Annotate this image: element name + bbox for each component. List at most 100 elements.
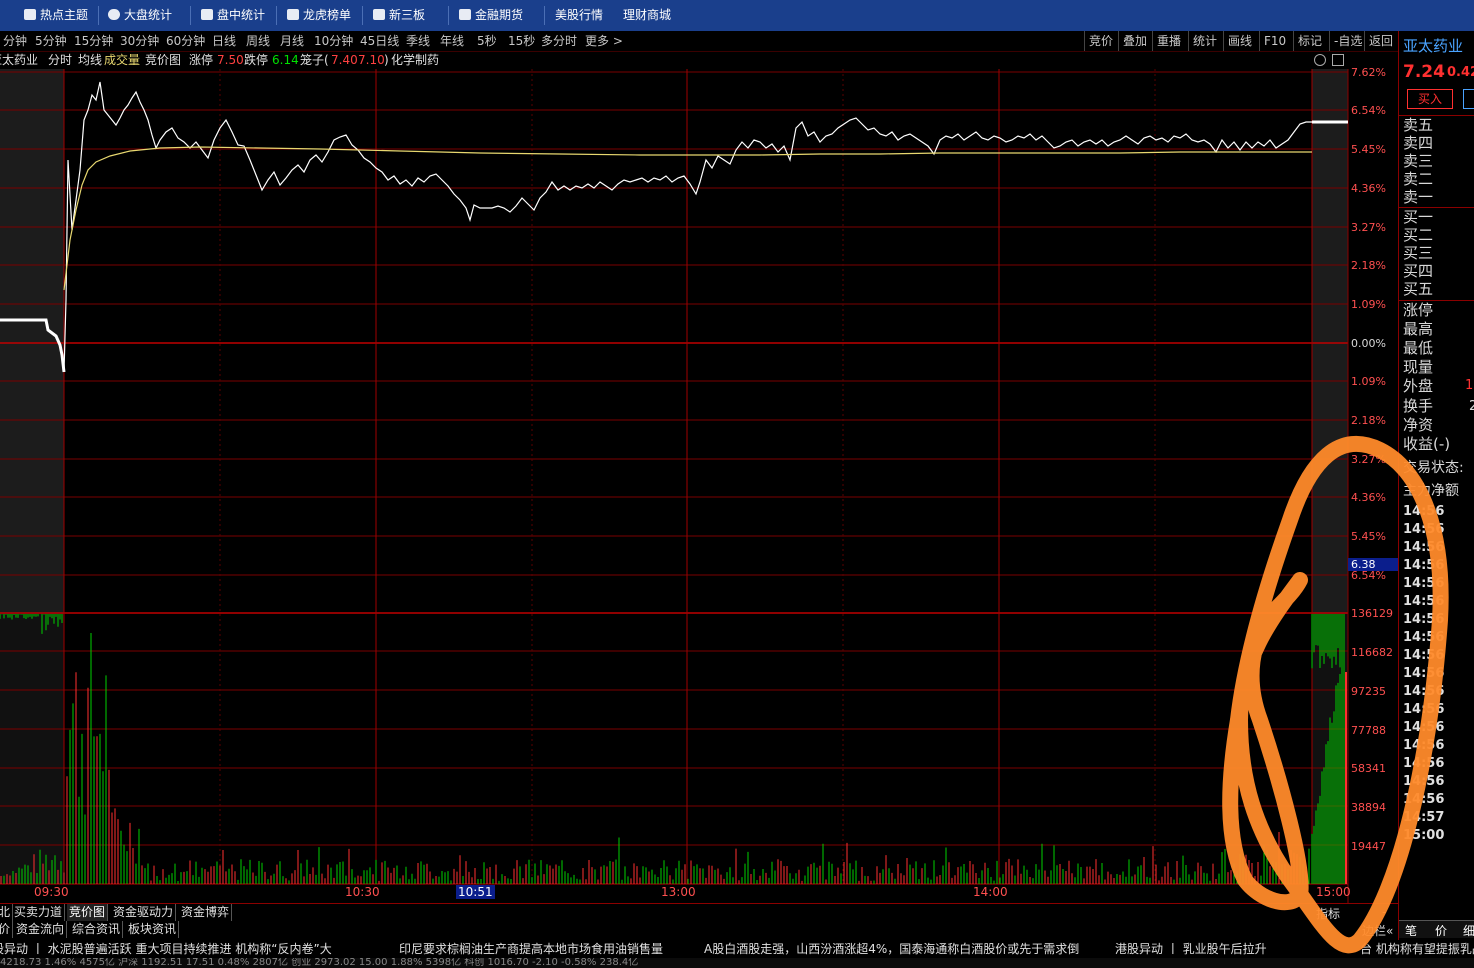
ask-level-label: 卖五: [1403, 116, 1434, 134]
indicator-tabs-row1: 北 买卖力道 竞价图 资金驱动力 资金博弈 指标 -: [0, 903, 1398, 922]
period-daily[interactable]: 日线: [212, 31, 236, 51]
tab-fenshi[interactable]: 分时: [48, 52, 72, 69]
limit-up-value: 7.50: [217, 53, 244, 67]
period-60min[interactable]: 60分钟: [166, 31, 205, 51]
time-axis-label: 09:30: [34, 885, 69, 899]
nav-item-dragon-tiger[interactable]: 龙虎榜单: [287, 0, 351, 31]
period-1min[interactable]: 分钟: [3, 31, 27, 51]
quote-stock-name: 亚太药业: [1403, 37, 1464, 55]
stat-label: 现量: [1403, 358, 1434, 376]
nav-item-futures[interactable]: 金融期货: [459, 0, 523, 31]
ticker-item[interactable]: 股异动 丨 水泥股普遍活跃 重大项目持续推进 机构称“反内卷”大: [0, 940, 332, 958]
annotation-circle: [1222, 435, 1449, 954]
stat-label: 换手: [1403, 397, 1434, 415]
zoom-icon[interactable]: [1314, 54, 1326, 66]
tab-fund-flow[interactable]: 资金流向: [14, 921, 68, 938]
period-quarterly[interactable]: 季线: [406, 31, 430, 51]
limit-down-value: 6.14: [272, 53, 299, 67]
toolbar-f10[interactable]: F10: [1259, 31, 1286, 51]
tab-auction-chart[interactable]: 竞价图: [67, 904, 109, 921]
volume-label: 成交量: [104, 53, 141, 67]
ask-level-label: 卖二: [1403, 170, 1434, 188]
toolbar-draw[interactable]: 画线: [1223, 31, 1252, 51]
cage-value-1: 7.40: [331, 53, 358, 67]
stat-label: 最高: [1403, 320, 1434, 338]
cage-label: 笼子(: [300, 53, 329, 67]
intraday-chart: [0, 69, 1349, 904]
tab-buysell-force[interactable]: 买卖力道: [12, 904, 66, 921]
nav-item-finance-mall[interactable]: 理财商城: [623, 0, 671, 31]
tab-price[interactable]: 价: [0, 921, 14, 938]
huanshou-value: 2: [1469, 399, 1474, 414]
list-icon: [287, 9, 299, 20]
period-5min[interactable]: 5分钟: [35, 31, 67, 51]
menu-icon: [373, 9, 385, 20]
toolbar-overlay[interactable]: 叠加: [1118, 31, 1147, 51]
nav-item-intraday-stats[interactable]: 盘中统计: [201, 0, 265, 31]
period-more[interactable]: 更多 >: [585, 31, 623, 51]
ask-level-label: 卖一: [1403, 188, 1434, 206]
stat-label: 涨停: [1403, 301, 1434, 319]
top-nav-bar: 热点主题 大盘统计 盘中统计 龙虎榜单 新三板 金融期货 美股行情 理财商城: [0, 0, 1474, 31]
tab-sector-news[interactable]: 板块资讯: [126, 921, 180, 938]
bid-level-label: 买一: [1403, 208, 1434, 226]
period-30min[interactable]: 30分钟: [120, 31, 159, 51]
auction-chart-label[interactable]: 竞价图: [145, 52, 181, 69]
bid-level-label: 买四: [1403, 262, 1434, 280]
sell-button[interactable]: [1463, 89, 1474, 109]
quote-change: 0.42: [1447, 65, 1474, 80]
time-axis-label: 10:30: [345, 885, 380, 899]
period-weekly[interactable]: 周线: [246, 31, 270, 51]
toolbar-back[interactable]: 返回: [1364, 31, 1393, 51]
tab-news[interactable]: 综合资讯: [70, 921, 124, 938]
ticker-item[interactable]: 印尼要求棕榈油生产商提高本地市场食用油销售量: [399, 940, 663, 958]
price-axis-label: 6.54%: [1351, 104, 1386, 117]
period-monthly[interactable]: 月线: [280, 31, 304, 51]
period-yearly[interactable]: 年线: [440, 31, 464, 51]
buy-button[interactable]: 买入: [1407, 89, 1453, 109]
nav-item-hot-topics[interactable]: 热点主题: [24, 0, 88, 31]
period-bar: 分钟 5分钟 15分钟 30分钟 60分钟 日线 周线 月线 10分钟 45日线…: [0, 31, 1398, 52]
indicator-tabs-row2: 价 资金流向 综合资讯 板块资讯 边栏«: [0, 921, 1398, 939]
toolbar-stats[interactable]: 统计: [1188, 31, 1217, 51]
ask-level-label: 卖四: [1403, 134, 1434, 152]
nav-item-market-stats[interactable]: 大盘统计: [108, 0, 172, 31]
pie-chart-icon: [108, 9, 120, 20]
monitor-icon: [201, 9, 213, 20]
window-icon[interactable]: [1332, 54, 1344, 66]
nav-item-us-stocks[interactable]: 美股行情: [555, 0, 603, 31]
pre-market-volume-shade: [0, 614, 64, 884]
price-axis-label: 1.09%: [1351, 298, 1386, 311]
time-axis-label: 10:51: [456, 885, 495, 899]
tab-fund-game[interactable]: 资金博弈: [179, 904, 233, 921]
price-axis-label: 2.18%: [1351, 259, 1386, 272]
toolbar-watchlist[interactable]: -自选: [1329, 31, 1362, 51]
ticker-item[interactable]: A股白酒股走强，山西汾酒涨超4%，国泰海通称白酒股价或先于需求倒: [704, 940, 1079, 958]
price-axis-label: 0.00%: [1351, 337, 1386, 350]
ask-level-label: 卖三: [1403, 152, 1434, 170]
sector-label[interactable]: 化学制药: [391, 52, 439, 69]
limit-down-label: 跌停: [244, 53, 269, 67]
stock-info-bar: 亚太药业 分时 均线 成交量 竞价图 涨停 7.50 跌停 6.14 笼子( 7…: [0, 52, 1345, 69]
price-axis-label: 5.45%: [1351, 143, 1386, 156]
price-axis-label: 1.09%: [1351, 375, 1386, 388]
nav-item-new-third-board[interactable]: 新三板: [373, 0, 425, 31]
period-15sec[interactable]: 15秒: [508, 31, 535, 51]
toolbar-auction[interactable]: 竞价: [1084, 31, 1113, 51]
price-axis-label: 3.27%: [1351, 221, 1386, 234]
period-5sec[interactable]: 5秒: [477, 31, 497, 51]
time-axis-label: 14:00: [973, 885, 1008, 899]
chart-icon: [459, 9, 471, 20]
period-45day[interactable]: 45日线: [360, 31, 399, 51]
tab-fund-drive[interactable]: 资金驱动力: [111, 904, 177, 921]
stock-name-label: 亚太药业: [0, 53, 39, 67]
period-10min[interactable]: 10分钟: [314, 31, 353, 51]
period-15min[interactable]: 15分钟: [74, 31, 113, 51]
toolbar-mark[interactable]: 标记: [1293, 31, 1322, 51]
limit-up-label: 涨停: [189, 53, 214, 67]
stat-label: 最低: [1403, 339, 1434, 357]
fire-icon: [24, 9, 36, 20]
toolbar-replay[interactable]: 重播: [1152, 31, 1181, 51]
waipan-value: 1: [1465, 378, 1474, 393]
period-multi[interactable]: 多分时: [541, 31, 577, 51]
